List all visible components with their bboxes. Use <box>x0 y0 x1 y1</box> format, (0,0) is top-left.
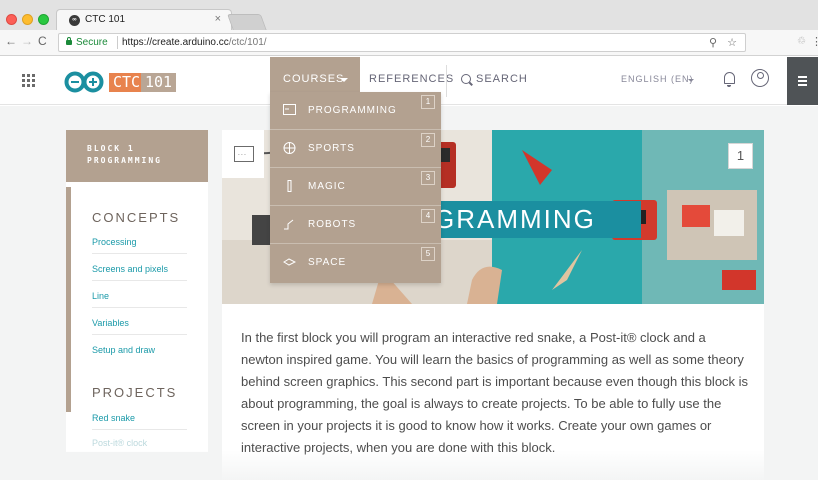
ball-icon <box>283 142 296 154</box>
projects-heading: PROJECTS <box>92 385 178 400</box>
block-header: BLOCK 1 PROGRAMMING <box>66 130 208 182</box>
nav-references[interactable]: REFERENCES <box>369 73 454 85</box>
bookmark-star-icon[interactable]: ☆ <box>727 36 737 49</box>
monitor-icon <box>283 104 296 115</box>
hero-title: GRAMMING <box>434 204 596 234</box>
back-arrow-icon[interactable]: ← <box>5 34 17 48</box>
robot-arm-icon <box>284 219 294 230</box>
dropdown-label: MAGIC <box>308 181 346 192</box>
window-minimize-button[interactable] <box>22 14 33 25</box>
nav-divider <box>446 65 447 97</box>
dropdown-item-robots[interactable]: ROBOTS 4 <box>270 206 441 244</box>
browser-tab-bar: ∞ CTC 101 × <box>0 0 818 31</box>
extension-icon[interactable]: ♲ <box>797 36 806 47</box>
sidebar-link[interactable]: Processing <box>92 237 187 254</box>
sidebar-link[interactable]: Screens and pixels <box>92 264 187 281</box>
arduino-favicon-icon: ∞ <box>69 15 80 26</box>
dropdown-item-programming[interactable]: PROGRAMMING 1 <box>270 92 441 130</box>
dropdown-item-sports[interactable]: SPORTS 2 <box>270 130 441 168</box>
hero-icon-box <box>222 130 264 178</box>
hamburger-menu-button[interactable] <box>787 57 818 105</box>
wand-icon <box>287 180 292 192</box>
block-title: BLOCK 1 PROGRAMMING <box>87 144 162 165</box>
logo-101[interactable]: 101 <box>141 73 177 92</box>
browser-tab[interactable]: ∞ CTC 101 × <box>56 9 232 31</box>
dropdown-item-magic[interactable]: MAGIC 3 <box>270 168 441 206</box>
zoom-icon[interactable]: ⚲ <box>709 36 717 49</box>
user-avatar-icon[interactable] <box>751 69 769 87</box>
address-bar[interactable]: Secure https://create.arduino.cc/ctc/101… <box>58 33 746 52</box>
intro-paragraph: In the first block you will program an i… <box>241 330 749 455</box>
dropdown-label: ROBOTS <box>308 219 357 230</box>
browser-toolbar: ← → C Secure https://create.arduino.cc/c… <box>0 30 818 56</box>
logo-ctc[interactable]: CTC <box>109 73 145 92</box>
dropdown-item-space[interactable]: SPACE 5 <box>270 244 441 282</box>
sidebar-link[interactable]: Setup and draw <box>92 345 187 361</box>
reload-icon[interactable]: C <box>38 34 47 48</box>
tab-close-icon[interactable]: × <box>215 13 221 25</box>
dropdown-number: 3 <box>421 171 435 185</box>
code-window-icon <box>234 146 254 162</box>
dropdown-number: 2 <box>421 133 435 147</box>
nav-search[interactable]: SEARCH <box>476 73 528 85</box>
secure-label: Secure <box>76 37 108 48</box>
bottom-fade <box>0 450 818 480</box>
sidebar-link[interactable]: Line <box>92 291 187 308</box>
sidebar-link[interactable]: Variables <box>92 318 187 335</box>
search-icon[interactable] <box>461 74 471 84</box>
window-zoom-button[interactable] <box>38 14 49 25</box>
chevron-down-icon <box>340 78 348 82</box>
url-text: https://create.arduino.cc/ctc/101/ <box>122 37 267 48</box>
rocket-icon <box>283 258 296 266</box>
sidebar-accent-bar <box>66 187 71 412</box>
dropdown-label: SPORTS <box>308 143 355 154</box>
new-tab-button[interactable] <box>226 14 268 31</box>
bell-icon[interactable] <box>724 72 735 87</box>
dropdown-label: SPACE <box>308 257 347 268</box>
concepts-heading: CONCEPTS <box>92 210 181 225</box>
dropdown-number: 4 <box>421 209 435 223</box>
block-number-badge: 1 <box>728 143 753 169</box>
chevron-down-icon <box>688 79 694 82</box>
sidebar-link[interactable]: Red snake <box>92 413 187 430</box>
dropdown-number: 1 <box>421 95 435 109</box>
courses-dropdown: PROGRAMMING 1 SPORTS 2 MAGIC 3 ROBOTS 4 … <box>270 92 441 283</box>
apps-grid-icon[interactable] <box>22 74 36 88</box>
window-close-button[interactable] <box>6 14 17 25</box>
sidebar: CONCEPTS Processing Screens and pixels L… <box>66 182 208 452</box>
dropdown-label: PROGRAMMING <box>308 105 397 116</box>
courses-label: COURSES <box>283 73 345 85</box>
arduino-logo-icon[interactable] <box>64 70 104 94</box>
browser-menu-icon[interactable]: ⋮ <box>811 35 818 48</box>
tab-title: CTC 101 <box>85 14 126 25</box>
dropdown-number: 5 <box>421 247 435 261</box>
url-separator <box>117 36 118 49</box>
language-selector[interactable]: ENGLISH (EN) <box>621 74 694 84</box>
lock-icon <box>66 37 72 45</box>
forward-arrow-icon[interactable]: → <box>21 34 33 48</box>
